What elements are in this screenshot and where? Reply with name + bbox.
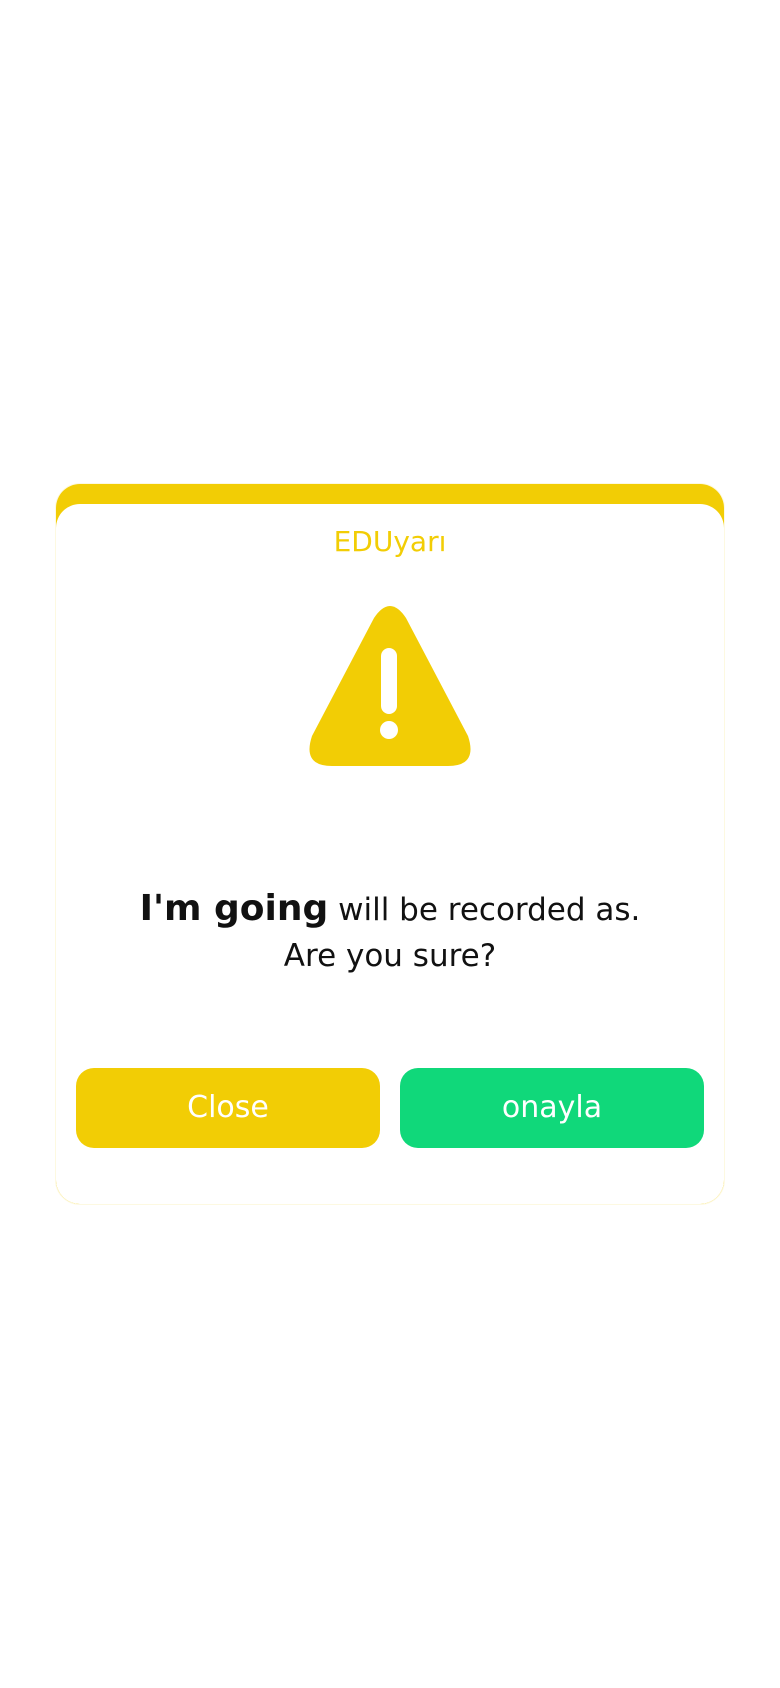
confirmation-message: I'm going will be recorded as. Are you s… bbox=[56, 886, 724, 979]
confirm-button[interactable]: onayla bbox=[400, 1068, 704, 1148]
message-question: Are you sure? bbox=[283, 938, 497, 974]
screen: EDUyarı I'm going will be recorded as. A… bbox=[0, 0, 780, 1688]
close-button[interactable]: Close bbox=[76, 1068, 380, 1148]
dialog-body: EDUyarı I'm going will be recorded as. A… bbox=[56, 504, 724, 1204]
message-rest: will be recorded as. bbox=[328, 892, 641, 928]
warning-icon bbox=[309, 606, 471, 766]
message-line-1: I'm going will be recorded as. bbox=[56, 886, 724, 933]
dialog-title: EDUyarı bbox=[333, 525, 447, 558]
alert-dialog: EDUyarı I'm going will be recorded as. A… bbox=[56, 484, 724, 1204]
message-emphasis: I'm going bbox=[139, 888, 329, 929]
